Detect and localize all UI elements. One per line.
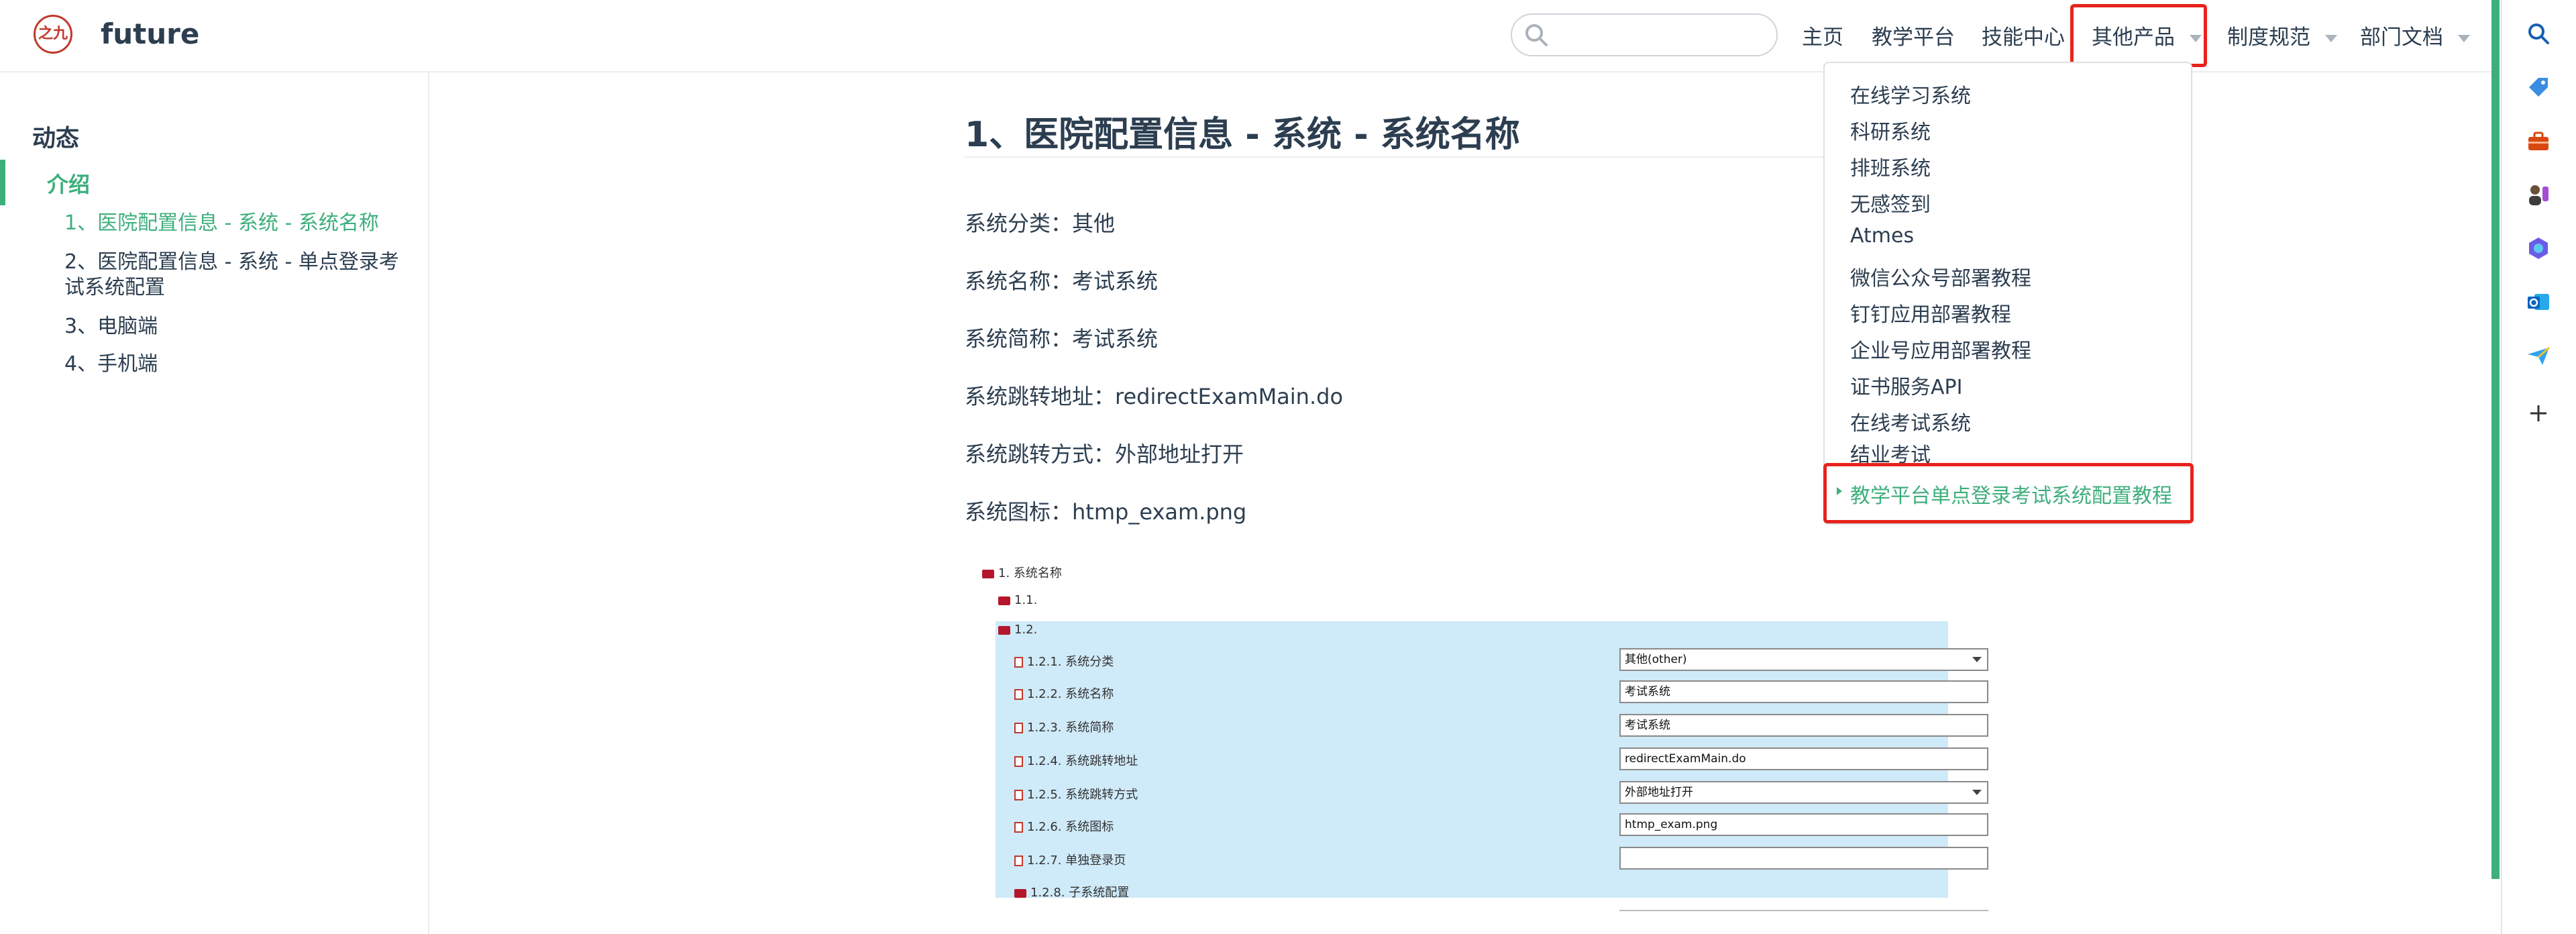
chevron-down-icon: [1972, 657, 1982, 662]
system-icon-input[interactable]: htmp_exam.png: [1619, 813, 1988, 836]
tree-node-root: 1. 系统名称: [982, 564, 1062, 581]
tree-row-label: 1.2.5. 系统跳转方式: [1014, 785, 1138, 802]
standalone-login-input[interactable]: [1619, 847, 1988, 870]
scroll-accent-strip: [2491, 0, 2500, 879]
tree-node-1-2-8: 1.2.8. 子系统配置: [1014, 883, 1129, 900]
system-short-name-input[interactable]: 考试系统: [1619, 714, 1988, 737]
paragraph-redirect-url: 系统跳转地址：redirectExamMain.do: [965, 384, 1344, 409]
paragraph-category: 系统分类：其他: [965, 211, 1116, 236]
highlight-box-dropdown: [1823, 463, 2194, 523]
dropdown-item[interactable]: Atmes: [1850, 224, 1914, 248]
redirect-mode-select[interactable]: 外部地址打开: [1619, 781, 1988, 804]
tree-row-label: 1.2.7. 单独登录页: [1014, 851, 1126, 868]
highlight-box-nav: [2070, 4, 2207, 67]
sidebar: [0, 72, 429, 934]
sidebar-link-3[interactable]: 3、电脑端: [64, 314, 413, 340]
folder-icon: [1014, 888, 1026, 898]
nav-department-docs[interactable]: 部门文档: [2360, 20, 2470, 50]
nav-regulations[interactable]: 制度规范: [2227, 20, 2337, 50]
nav-regulations-label: 制度规范: [2227, 25, 2310, 50]
tree-row-label: 1.2.2. 系统名称: [1014, 684, 1114, 702]
tree-node-1-2: 1.2.: [998, 623, 1037, 637]
dropdown-item-partial[interactable]: 结业考试: [1850, 443, 1931, 463]
outlook-icon[interactable]: [2525, 289, 2552, 315]
config-screenshot: 1. 系统名称 1.1. 1.2. 1.2.1. 系统分类 其他(other) …: [966, 554, 1988, 934]
system-name-input[interactable]: 考试系统: [1619, 680, 1988, 703]
nav-department-docs-label: 部门文档: [2360, 25, 2443, 50]
file-icon: [1014, 657, 1023, 668]
tree-row-label: 1.2.1. 系统分类: [1014, 652, 1114, 670]
tree-row-label: 1.2.6. 系统图标: [1014, 817, 1114, 835]
folder-open-icon: [998, 625, 1010, 635]
dropdown-item[interactable]: 在线考试系统: [1850, 407, 1971, 436]
dropdown-item[interactable]: 企业号应用部署教程: [1850, 334, 2031, 364]
sidebar-heading[interactable]: 动态: [32, 119, 79, 154]
file-icon: [1014, 822, 1023, 833]
site-name[interactable]: future: [101, 17, 199, 50]
sidebar-link-2[interactable]: 2、医院配置信息 - 系统 - 单点登录考试系统配置: [64, 250, 413, 301]
search-input[interactable]: [1511, 13, 1778, 56]
add-icon[interactable]: [2525, 400, 2552, 427]
redirect-url-input[interactable]: redirectExamMain.do: [1619, 747, 1988, 770]
tree-node-1-1: 1.1.: [998, 593, 1037, 607]
file-icon: [1014, 756, 1023, 767]
dropdown-item[interactable]: 排班系统: [1850, 152, 1931, 181]
dropdown-item[interactable]: 在线学习系统: [1850, 79, 1971, 109]
toolbox-icon[interactable]: [2525, 127, 2552, 154]
system-category-select[interactable]: 其他(other): [1619, 648, 1988, 671]
title-divider: [965, 156, 1837, 158]
sidebar-link-1[interactable]: 1、医院配置信息 - 系统 - 系统名称: [64, 211, 413, 236]
file-icon: [1014, 689, 1023, 700]
chevron-down-icon: [1972, 790, 1982, 795]
people-icon[interactable]: [2525, 181, 2552, 208]
sidebar-link-4[interactable]: 4、手机端: [64, 352, 413, 377]
page-title: 1、医院配置信息 - 系统 - 系统名称: [965, 115, 1520, 155]
dropdown-item[interactable]: 无感签到: [1850, 188, 1931, 217]
nav-teaching-platform[interactable]: 教学平台: [1872, 20, 1955, 50]
file-icon: [1014, 723, 1023, 733]
tree-row-label: 1.2.4. 系统跳转地址: [1014, 751, 1138, 769]
copilot-icon[interactable]: [2525, 235, 2552, 262]
paragraph-icon: 系统图标：htmp_exam.png: [965, 499, 1247, 525]
dropdown-item[interactable]: 证书服务API: [1850, 370, 1962, 400]
file-icon: [1014, 790, 1023, 800]
dropdown-item[interactable]: 科研系统: [1850, 115, 1931, 145]
paragraph-short-name: 系统简称：考试系统: [965, 326, 1159, 352]
cut-off-field-edge: [1619, 910, 1988, 911]
dropdown-item[interactable]: 微信公众号部署教程: [1850, 262, 2031, 291]
sidebar-active-indicator: [0, 160, 5, 205]
send-icon[interactable]: [2525, 342, 2552, 369]
paragraph-name: 系统名称：考试系统: [965, 268, 1159, 294]
search-icon: [1525, 24, 1548, 46]
dropdown-item[interactable]: 钉钉应用部署教程: [1850, 298, 2011, 327]
tree-row-label: 1.2.3. 系统简称: [1014, 718, 1114, 735]
folder-icon: [998, 596, 1010, 605]
search-icon[interactable]: [2525, 20, 2552, 47]
nav-home[interactable]: 主页: [1802, 20, 1843, 50]
file-icon: [1014, 855, 1023, 866]
logo[interactable]: 之九: [34, 15, 72, 54]
folder-open-icon: [982, 569, 994, 578]
tag-icon[interactable]: [2525, 74, 2552, 101]
chevron-down-icon: [2325, 35, 2337, 42]
nav-skill-center[interactable]: 技能中心: [1982, 20, 2065, 50]
sidebar-group-intro[interactable]: 介绍: [47, 168, 90, 199]
chevron-down-icon: [2458, 35, 2470, 42]
paragraph-redirect-mode: 系统跳转方式：外部地址打开: [965, 442, 1244, 467]
